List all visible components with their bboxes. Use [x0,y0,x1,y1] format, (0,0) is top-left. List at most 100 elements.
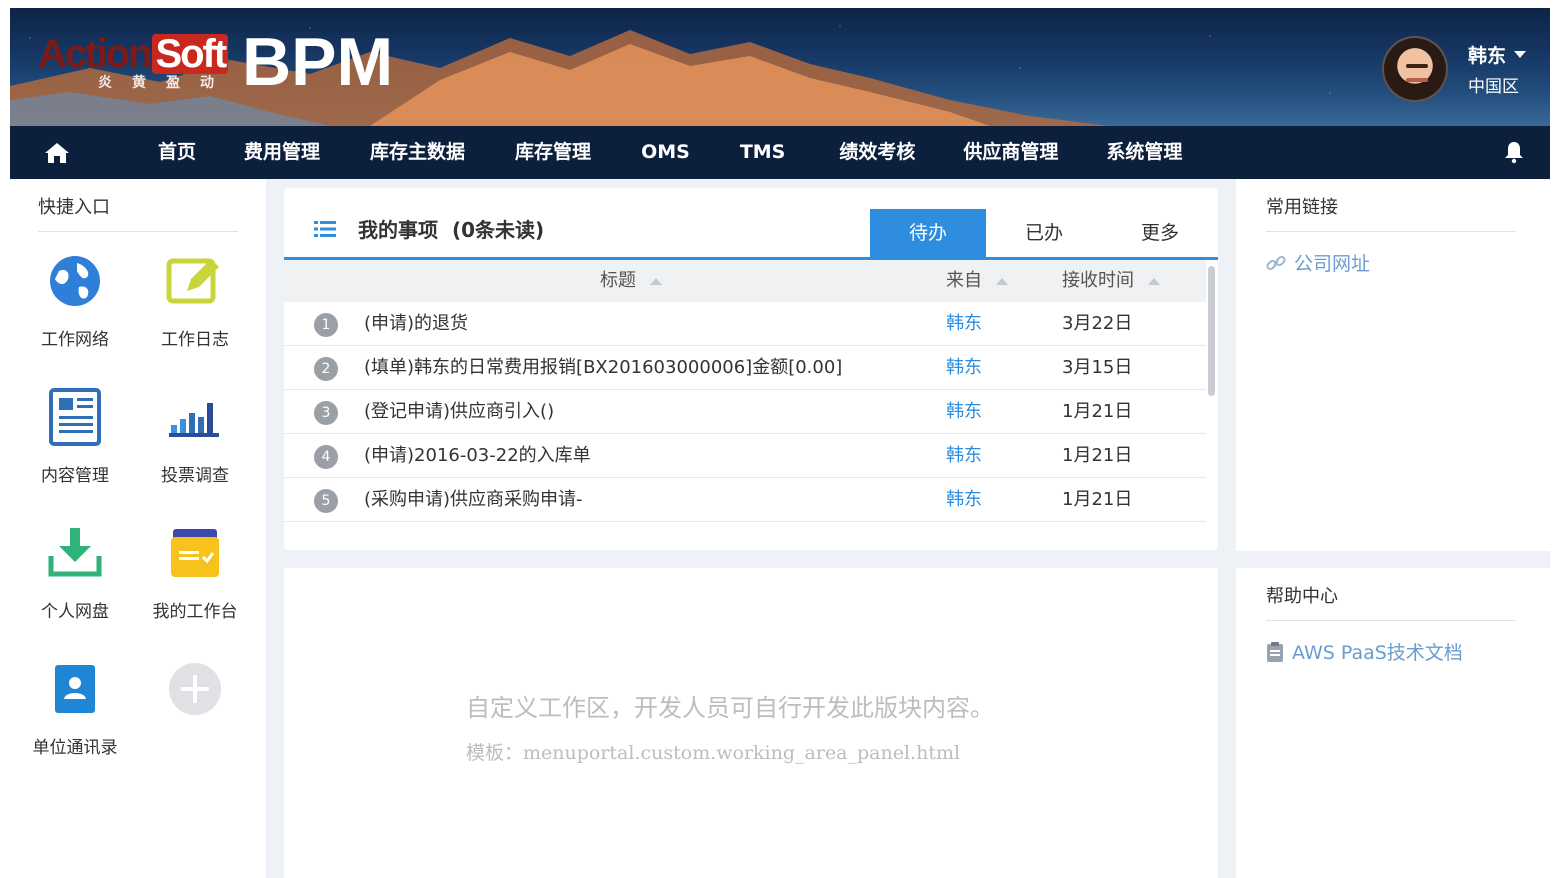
common-links-panel: 常用链接 公司网址 [1236,179,1550,551]
nav-item-inventory[interactable]: 库存管理 [491,126,617,179]
sort-up-icon[interactable] [650,277,662,285]
logo-text-secondary: Soft [152,34,229,74]
shortcut-work-log[interactable]: 工作日志 [140,249,250,350]
header-banner: Action Soft 炎黄盈动 BPM 韩东 中国区 [10,8,1550,126]
help-center-title: 帮助中心 [1266,586,1338,607]
user-name: 韩东 [1467,45,1506,67]
add-shortcut-button[interactable] [140,657,250,721]
newspaper-icon [49,388,101,446]
user-name-row[interactable]: 韩东 [1468,41,1526,68]
shortcut-work-network[interactable]: 工作网络 [20,249,130,350]
table-row[interactable]: 3 (登记申请)供应商引入() 韩东 1月21日 [284,390,1206,434]
nav-item-supplier[interactable]: 供应商管理 [939,126,1082,179]
table-header: 标题 来自 接收时间 [284,260,1206,302]
user-region: 中国区 [1467,77,1519,97]
actionsoft-logo[interactable]: Action Soft 炎黄盈动 [38,32,229,91]
nav-item-expense[interactable]: 费用管理 [220,126,344,179]
contacts-icon [55,665,95,713]
column-title[interactable]: 标题 [600,260,662,302]
nav-item-performance[interactable]: 绩效考核 [815,126,939,179]
logo-text-primary: Action [38,32,152,76]
shortcut-my-workbench[interactable]: 我的工作台 [140,521,250,622]
user-info[interactable]: 韩东 中国区 [1468,41,1526,97]
tab-done[interactable]: 已办 [986,209,1102,257]
divider [1266,620,1516,621]
portal-page: Action Soft 炎黄盈动 BPM 韩东 中国区 首页 费用管理 库存主数… [10,8,1550,878]
column-received-label: 接收时间 [1062,270,1134,291]
shortcut-address-book[interactable]: 单位通讯录 [20,657,130,758]
common-links-title: 常用链接 [1266,197,1338,218]
shortcut-label: 个人网盘 [41,602,109,622]
product-title: BPM [242,24,394,100]
table-row[interactable]: 5 (采购申请)供应商采购申请- 韩东 1月21日 [284,478,1206,522]
table-row[interactable]: 2 (填单)韩东的日常费用报销[BX201603000006]金额[0.00] … [284,346,1206,390]
table-row[interactable]: 4 (申请)2016-03-22的入库单 韩东 1月21日 [284,434,1206,478]
scrollbar[interactable] [1208,266,1215,396]
row-number: 2 [314,357,338,381]
row-from[interactable]: 韩东 [946,346,982,390]
tab-todo[interactable]: 待办 [870,209,986,257]
nav-item-inventory-master[interactable]: 库存主数据 [344,126,491,179]
chevron-down-icon[interactable] [1514,51,1526,58]
row-date: 1月21日 [1062,445,1133,466]
shortcut-vote-survey[interactable]: 投票调查 [140,385,250,486]
column-from[interactable]: 来自 [946,260,1008,302]
nav-item-home[interactable]: 首页 [134,126,220,179]
nav-item-system[interactable]: 系统管理 [1082,126,1206,179]
link-icon [1266,255,1286,270]
plus-icon [169,663,221,715]
row-title[interactable]: (申请)的退货 [364,302,468,346]
bell-icon[interactable] [1502,140,1526,164]
globe-icon [50,256,100,306]
sort-up-icon[interactable] [996,277,1008,285]
shortcut-label: 工作网络 [41,330,109,350]
home-icon [45,142,69,163]
divider [38,231,238,232]
row-title[interactable]: (登记申请)供应商引入() [364,390,554,434]
custom-area-template: 模板：menuportal.custom.working_area_panel.… [466,742,961,764]
row-title[interactable]: (采购申请)供应商采购申请- [364,478,583,522]
row-title[interactable]: (申请)2016-03-22的入库单 [364,434,591,478]
tab-more[interactable]: 更多 [1102,209,1218,257]
shortcut-label: 投票调查 [161,466,229,486]
row-number: 1 [314,313,338,337]
row-from[interactable]: 韩东 [946,478,982,522]
nav-item-tms[interactable]: TMS [716,126,816,179]
main-nav: 首页 费用管理 库存主数据 库存管理 OMS TMS 绩效考核 供应商管理 系统… [10,126,1550,179]
row-date: 3月15日 [1062,357,1133,378]
row-from[interactable]: 韩东 [946,434,982,478]
row-number: 5 [314,489,338,513]
avatar[interactable] [1381,36,1448,102]
clipboard-icon [1267,641,1283,662]
row-from[interactable]: 韩东 [946,302,982,346]
column-received[interactable]: 接收时间 [1062,260,1160,302]
my-tasks-panel: 我的事项 (0条未读) 待办 已办 更多 标题 来自 接收时间 1 (申请)的退… [284,188,1218,550]
aws-docs-link[interactable]: AWS PaaS技术文档 [1266,638,1463,665]
edit-note-icon [166,258,219,304]
shortcut-personal-disk[interactable]: 个人网盘 [20,521,130,622]
aws-docs-label: AWS PaaS技术文档 [1292,642,1463,664]
tasks-tabs: 待办 已办 更多 [870,209,1218,257]
row-number: 3 [314,401,338,425]
row-from[interactable]: 韩东 [946,390,982,434]
table-row[interactable]: 1 (申请)的退货 韩东 3月22日 [284,302,1206,346]
custom-area-text: 自定义工作区，开发人员可自行开发此版块内容。 [466,694,994,722]
row-date: 3月22日 [1062,313,1133,334]
row-title[interactable]: (填单)韩东的日常费用报销[BX201603000006]金额[0.00] [364,346,842,390]
bar-chart-icon [169,403,219,437]
shortcut-label: 内容管理 [41,466,109,486]
tasks-header: 我的事项 (0条未读) 待办 已办 更多 [284,188,1218,260]
shortcut-label: 单位通讯录 [32,738,118,758]
row-number: 4 [314,445,338,469]
nav-item-oms[interactable]: OMS [617,126,716,179]
sort-up-icon[interactable] [1148,277,1160,285]
company-site-link[interactable]: 公司网址 [1266,249,1370,276]
home-button[interactable] [10,126,104,179]
user-menu[interactable]: 韩东 中国区 [1381,34,1526,104]
mountain-image [10,30,1110,126]
help-center-panel: 帮助中心 AWS PaaS技术文档 [1236,568,1550,878]
shortcut-content-mgmt[interactable]: 内容管理 [20,385,130,486]
custom-work-area: 自定义工作区，开发人员可自行开发此版块内容。 模板：menuportal.cus… [284,568,1218,878]
list-icon [314,220,336,237]
row-date: 1月21日 [1062,401,1133,422]
